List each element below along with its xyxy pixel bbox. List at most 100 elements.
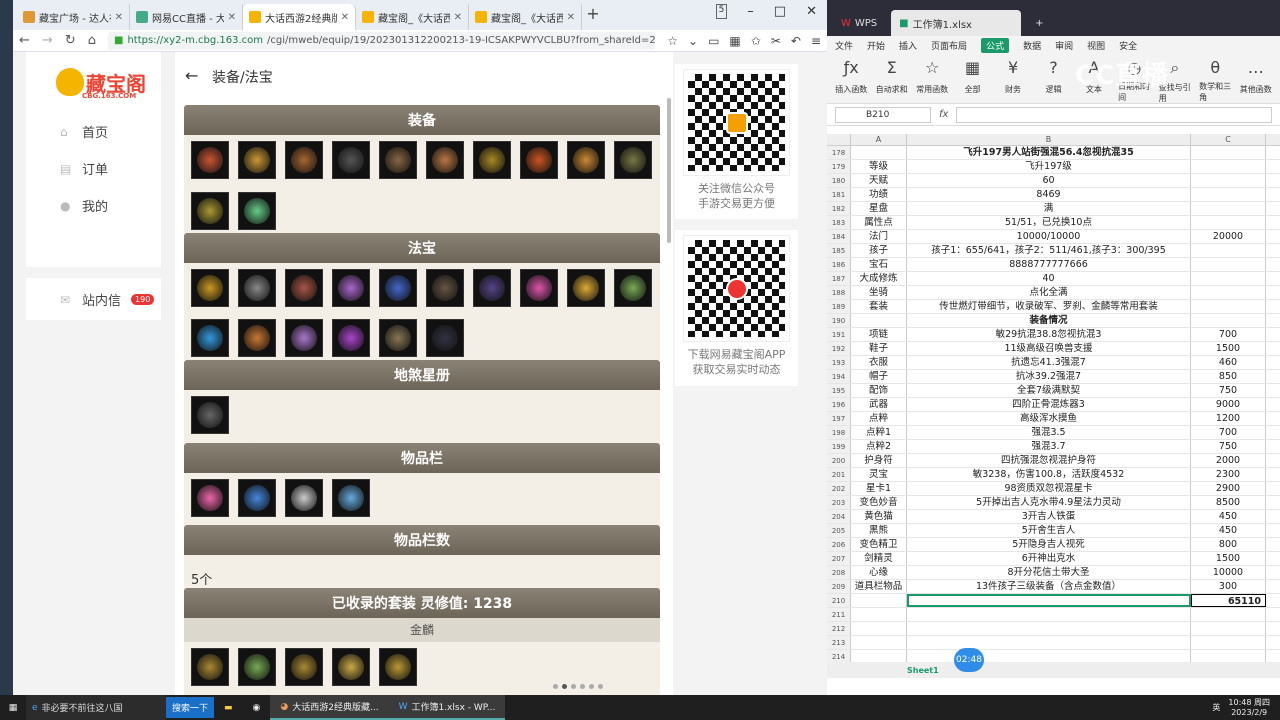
taskbar-explorer[interactable]: ▬ xyxy=(214,695,243,720)
cell-c[interactable]: 9000 xyxy=(1191,398,1266,411)
items-item-icon[interactable] xyxy=(238,479,276,517)
items-item-icon[interactable] xyxy=(285,479,323,517)
row-number[interactable]: 192 xyxy=(827,342,851,355)
undo-icon[interactable]: ↶ xyxy=(791,34,801,48)
suits-item-icon[interactable] xyxy=(285,648,323,686)
cell-a[interactable]: 护身符 xyxy=(851,454,907,467)
row-number[interactable]: 191 xyxy=(827,328,851,341)
tab-close-icon[interactable]: ✕ xyxy=(454,12,462,23)
ribbon-button[interactable]: ¥ 财务 xyxy=(997,58,1029,99)
cell-a[interactable] xyxy=(851,608,907,621)
row-number[interactable]: 210 xyxy=(827,594,851,607)
cell-a[interactable]: 功绩 xyxy=(851,188,907,201)
ribbon-button[interactable]: ? 逻辑 xyxy=(1037,58,1069,99)
clock-time[interactable]: 10:48 周四 xyxy=(1228,698,1270,708)
suits-item-icon[interactable] xyxy=(379,648,417,686)
browser-tab[interactable]: 藏宝阁_《大话西游》 ✕ xyxy=(469,4,582,30)
back-icon[interactable]: ← xyxy=(19,33,30,48)
row-number[interactable]: 201 xyxy=(827,468,851,481)
cell-b[interactable]: 8开分花信土带大圣 xyxy=(907,566,1191,579)
cell-a[interactable] xyxy=(851,146,907,159)
forward-icon[interactable]: → xyxy=(42,33,53,48)
fabao-item-icon[interactable] xyxy=(285,269,323,307)
ribbon-button[interactable]: ☆ 常用函数 xyxy=(916,58,948,99)
cell-a[interactable]: 等级 xyxy=(851,160,907,173)
cell-b[interactable]: 8888777777666 xyxy=(907,258,1191,271)
cell-c[interactable] xyxy=(1191,272,1266,285)
row-number[interactable]: 193 xyxy=(827,356,851,369)
cell-b[interactable]: 敏29抗混38.8忽视抗混3 xyxy=(907,328,1191,341)
equip-item-icon[interactable] xyxy=(238,141,276,179)
cell-a[interactable]: 帽子 xyxy=(851,370,907,383)
cell-b[interactable] xyxy=(907,650,1191,662)
cell-c[interactable]: 1200 xyxy=(1191,412,1266,425)
cell-c[interactable]: 8500 xyxy=(1191,496,1266,509)
ribbon-button[interactable]: θ 数学和三角 xyxy=(1199,58,1231,102)
cell-b[interactable] xyxy=(907,622,1191,635)
taskbar-browser[interactable]: ◕ 大话西游2经典版藏... xyxy=(270,695,389,720)
search-button[interactable]: 搜索一下 xyxy=(166,697,215,718)
cell-b[interactable]: 抗冰39.2强混7 xyxy=(907,370,1191,383)
cell-c[interactable] xyxy=(1191,244,1266,257)
fabao-item-icon[interactable] xyxy=(332,319,370,357)
cell-c[interactable] xyxy=(1191,636,1266,649)
row-number[interactable]: 190 xyxy=(827,314,851,327)
cell-c[interactable] xyxy=(1191,202,1266,215)
row-number[interactable]: 184 xyxy=(827,230,851,243)
cell-b[interactable]: 满 xyxy=(907,202,1191,215)
scrollbar[interactable] xyxy=(667,98,671,243)
row-number[interactable]: 198 xyxy=(827,426,851,439)
cell-c[interactable] xyxy=(1191,188,1266,201)
fabao-item-icon[interactable] xyxy=(238,319,276,357)
cell-a[interactable]: 属性点 xyxy=(851,216,907,229)
row-number[interactable]: 212 xyxy=(827,622,851,635)
row-number[interactable]: 204 xyxy=(827,510,851,523)
cell-a[interactable]: 天赋 xyxy=(851,174,907,187)
cell-b[interactable]: 6开神出克水 xyxy=(907,552,1191,565)
new-tab-button[interactable]: + xyxy=(582,4,604,30)
cell-a[interactable]: 配饰 xyxy=(851,384,907,397)
cell-b[interactable]: 高级浑水摸鱼 xyxy=(907,412,1191,425)
wps-new-tab[interactable]: + xyxy=(1027,10,1051,36)
cell-c[interactable]: 65110 xyxy=(1191,594,1266,607)
row-number[interactable]: 179 xyxy=(827,160,851,173)
cell-b[interactable]: 3开吉人铁蛋 xyxy=(907,510,1191,523)
wps-menu-item[interactable]: 页面布局 xyxy=(931,39,967,52)
cell-b[interactable] xyxy=(907,608,1191,621)
browser-tab[interactable]: 藏宝阁_《大话西游》 ✕ xyxy=(356,4,469,30)
cell-b[interactable]: 5开隐身吉人视死 xyxy=(907,538,1191,551)
cell-a[interactable] xyxy=(851,594,907,607)
ribbon-button[interactable]: ƒx 插入函数 xyxy=(835,58,867,99)
cell-a[interactable] xyxy=(851,622,907,635)
cell-b[interactable]: 5开舍生吉人 xyxy=(907,524,1191,537)
close-icon[interactable]: ✕ xyxy=(806,4,817,19)
cell-c[interactable]: 850 xyxy=(1191,370,1266,383)
cell-c[interactable] xyxy=(1191,622,1266,635)
star-icon[interactable]: ☆ xyxy=(667,34,678,48)
row-number[interactable]: 209 xyxy=(827,580,851,593)
cell-c[interactable]: 2900 xyxy=(1191,482,1266,495)
apps-icon[interactable]: ▦ xyxy=(729,34,740,48)
fabao-item-icon[interactable] xyxy=(379,319,417,357)
row-number[interactable]: 203 xyxy=(827,496,851,509)
row-number[interactable]: 211 xyxy=(827,608,851,621)
fabao-item-icon[interactable] xyxy=(285,319,323,357)
cell-a[interactable]: 大成修炼 xyxy=(851,272,907,285)
cell-b[interactable]: 孩子1：655/641，孩子2：511/461,孩子3：300/395 xyxy=(907,244,1191,257)
cell-a[interactable]: 点粹1 xyxy=(851,426,907,439)
wps-menu-item[interactable]: 安全 xyxy=(1119,39,1137,52)
taskbar-wps[interactable]: W 工作簿1.xlsx - WP... xyxy=(388,695,506,720)
row-number[interactable]: 202 xyxy=(827,482,851,495)
row-number[interactable]: 189 xyxy=(827,300,851,313)
wps-file-tab[interactable]: ■ 工作簿1.xlsx xyxy=(891,10,1022,36)
fabao-item-icon[interactable] xyxy=(191,319,229,357)
cell-c[interactable]: 1500 xyxy=(1191,552,1266,565)
fabao-item-icon[interactable] xyxy=(379,269,417,307)
cell-a[interactable]: 项链 xyxy=(851,328,907,341)
cell-c[interactable]: 20000 xyxy=(1191,230,1266,243)
fabao-item-icon[interactable] xyxy=(473,269,511,307)
cell-c[interactable]: 700 xyxy=(1191,426,1266,439)
wps-menu-item[interactable]: 插入 xyxy=(899,39,917,52)
ime-indicator[interactable]: 英 xyxy=(1212,703,1220,713)
cell-b[interactable]: 四阶正骨混炼器3 xyxy=(907,398,1191,411)
